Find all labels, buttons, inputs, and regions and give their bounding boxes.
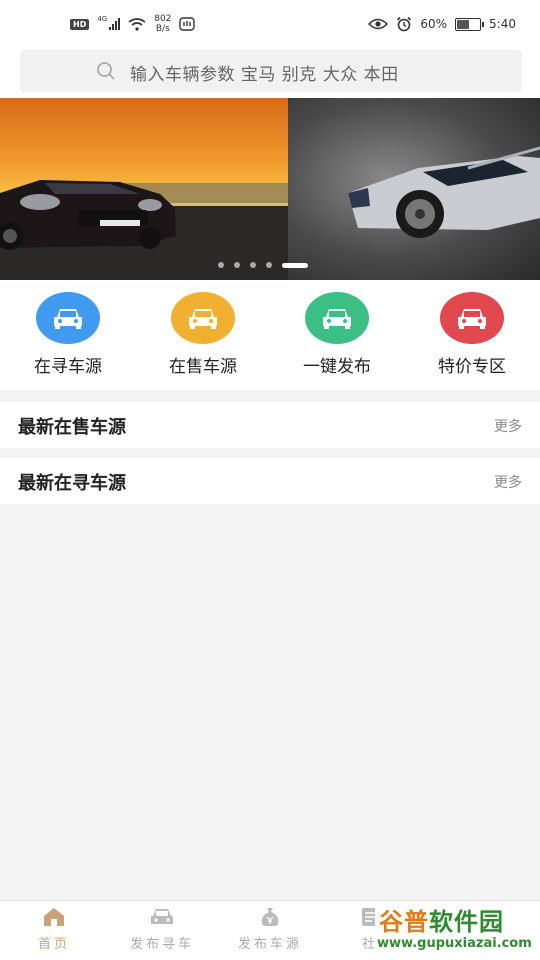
wifi-icon [128,17,146,31]
status-left: HD 4G 802 B/s [70,14,196,34]
quick-menu-publish[interactable]: 一键发布 [282,292,392,377]
search-bar[interactable]: 输入车辆参数 宝马 别克 大众 本田 [20,50,522,92]
status-right: 60% 5:40 [368,16,516,32]
quick-menu-special-offers[interactable]: 特价专区 [417,292,527,377]
carousel-dot-active[interactable] [282,262,308,268]
eye-icon [368,18,389,30]
car-icon [36,292,100,344]
quick-menu-label: 在售车源 [169,357,237,377]
tab-publish-selling[interactable]: 发布车源 [220,907,320,952]
speed-unit: B/s [155,24,170,34]
money-bag-icon [261,908,279,926]
carousel-dot[interactable] [218,262,224,268]
car-icon [151,909,173,924]
section-latest-selling: 最新在售车源 更多 [0,402,540,448]
carousel-dots [218,262,308,268]
search-section: 输入车辆参数 宝马 别克 大众 本田 [0,50,540,98]
tab-label: 发布寻车 [129,937,194,952]
signal-icon [109,18,121,30]
search-placeholder: 输入车辆参数 宝马 别克 大众 本田 [130,65,399,85]
banner-slide-mini-sunset[interactable] [0,98,288,280]
car-icon [440,292,504,344]
section-title: 最新在寻车源 [18,473,126,494]
banner-slide-i8-studio[interactable] [288,98,540,280]
watermark-brand: 谷普软件园 [379,902,504,937]
network-type: 4G [97,15,108,23]
section-latest-seeking: 最新在寻车源 更多 [0,458,540,504]
network-speed: 802 B/s [154,14,171,34]
more-link[interactable]: 更多 [494,472,522,492]
carousel-dot[interactable] [234,262,240,268]
carousel-dot[interactable] [266,262,272,268]
quick-menu-label: 特价专区 [438,357,506,377]
car-icon [171,292,235,344]
quick-menu-label: 在寻车源 [34,357,102,377]
home-icon [44,908,64,926]
carousel-dot[interactable] [250,262,256,268]
tab-home[interactable]: 首页 [4,907,104,952]
section-title: 最新在售车源 [18,417,126,438]
car-icon [305,292,369,344]
hand-icon [179,17,196,31]
watermark-url: www.gupuxiazai.com [377,936,532,951]
quick-menu-seeking-cars[interactable]: 在寻车源 [13,292,123,377]
quick-menu-selling-cars[interactable]: 在售车源 [148,292,258,377]
more-link[interactable]: 更多 [494,416,522,436]
hd-badge: HD [70,18,90,30]
tab-label: 发布车源 [237,937,302,952]
watermark-brand-b: 软件园 [429,908,504,936]
banner-carousel[interactable] [0,98,540,280]
mini-car-image [0,180,288,280]
alarm-icon [397,16,412,32]
tab-label: 首页 [37,937,70,952]
status-bar: HD 4G 802 B/s 60% 5:40 [0,0,540,50]
quick-menu-label: 一键发布 [303,357,371,377]
search-icon [97,62,115,80]
i8-car-image [348,146,540,238]
battery-fill [457,19,470,29]
battery-percent: 60% [420,17,448,31]
clock: 5:40 [489,17,516,31]
watermark: 谷普软件园 www.gupuxiazai.com [375,902,540,960]
battery-icon [455,17,485,31]
speed-value: 802 [154,14,172,24]
quick-menu: 在寻车源 在售车源 一键发布 特价专区 [0,280,540,390]
watermark-brand-a: 谷普 [379,908,429,936]
tab-publish-seeking[interactable]: 发布寻车 [112,907,212,952]
